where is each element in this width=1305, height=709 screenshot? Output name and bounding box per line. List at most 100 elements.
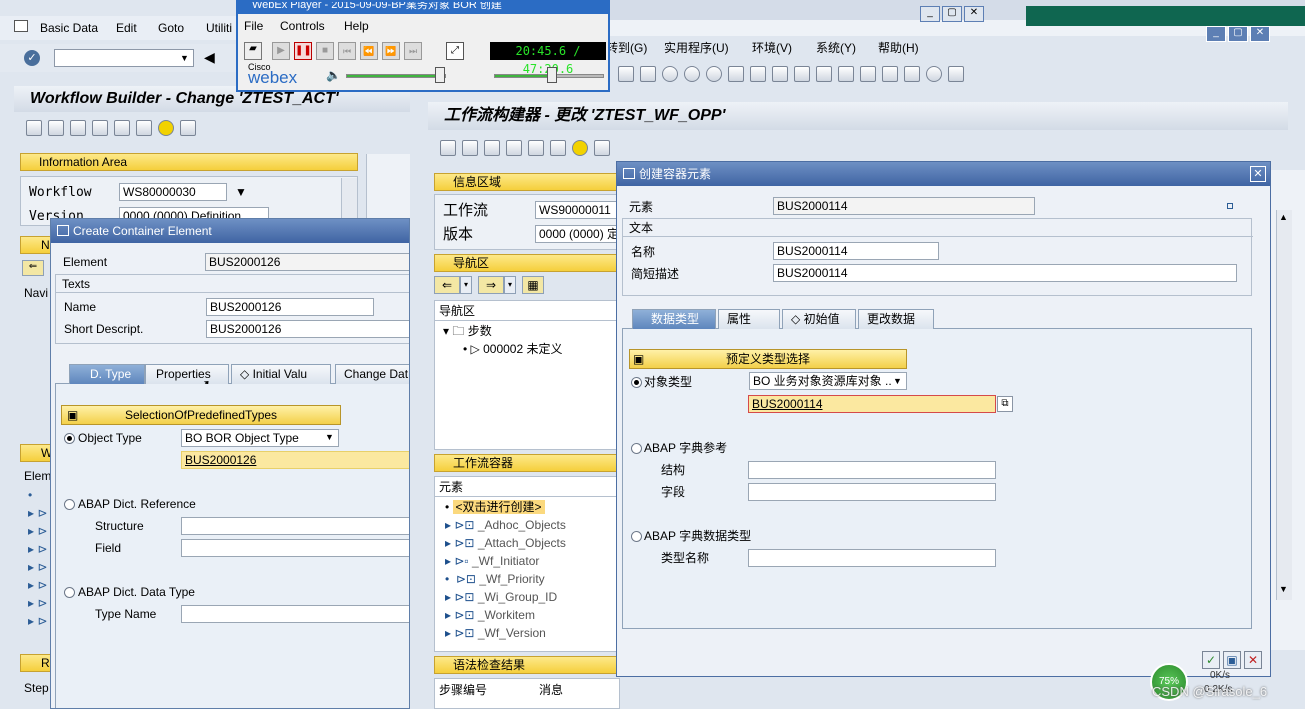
- container-item[interactable]: • ⊳⊡ _Wf_Priority: [445, 571, 545, 587]
- stop-icon[interactable]: ■: [316, 42, 334, 60]
- cancel-dialog-icon[interactable]: ✕: [1244, 651, 1262, 669]
- back-icon[interactable]: [618, 66, 634, 82]
- close-icon[interactable]: ✕: [1250, 26, 1270, 42]
- dialog-cn-close-icon[interactable]: ✕: [1250, 166, 1266, 182]
- cn-tab-change-data[interactable]: 更改数据: [858, 309, 934, 329]
- scroll-up-icon[interactable]: ▲: [1279, 212, 1288, 222]
- cn-object-type-radio[interactable]: [631, 377, 642, 388]
- open-folder-icon[interactable]: ▰: [244, 42, 262, 60]
- tab-d-type[interactable]: D. Type: [69, 364, 145, 384]
- webex-menu-controls[interactable]: Controls: [280, 18, 325, 34]
- volume-slider[interactable]: [346, 67, 446, 83]
- play-icon[interactable]: ▶: [272, 42, 290, 60]
- bell-icon[interactable]: [158, 120, 174, 136]
- left-nav-arrow-icon[interactable]: ⇐: [22, 260, 44, 276]
- nav-right-dd-icon[interactable]: ▾: [504, 276, 516, 294]
- container-item[interactable]: ▸ ⊳⊡ _Workitem: [445, 607, 535, 623]
- en-select-chevron-icon[interactable]: ▼: [325, 432, 334, 442]
- print-app-cn-icon[interactable]: [550, 140, 566, 156]
- cn-structure-field[interactable]: [748, 461, 996, 479]
- right-version-field[interactable]: 0000 (0000) 定义: [535, 225, 621, 243]
- cancel-icon[interactable]: [706, 66, 722, 82]
- left-expand-icon[interactable]: ▼: [235, 185, 247, 199]
- pause-icon[interactable]: ❚❚: [294, 42, 312, 60]
- volume-thumb[interactable]: [435, 67, 445, 83]
- save-dialog-icon[interactable]: ▣: [1223, 651, 1241, 669]
- right-scrollbar[interactable]: ▲ ▼: [1276, 210, 1292, 600]
- container-item-create[interactable]: • <双击进行创建>: [445, 499, 545, 515]
- webex-menu-help[interactable]: Help: [344, 18, 369, 34]
- back-arrow-icon[interactable]: ◀: [204, 49, 215, 66]
- maximize-icon[interactable]: ▢: [1228, 26, 1248, 42]
- edit-cn-icon[interactable]: [484, 140, 500, 156]
- en-predefined-types-button[interactable]: SelectionOfPredefinedTypes: [61, 405, 341, 425]
- nav-left-icon[interactable]: ⇐: [434, 276, 460, 294]
- new-session-icon[interactable]: [882, 66, 898, 82]
- step-item[interactable]: • ▷ 000002 未定义: [463, 341, 563, 357]
- en-element-field[interactable]: BUS2000126: [205, 253, 409, 271]
- minimize-icon[interactable]: _: [1206, 26, 1226, 42]
- command-dropdown-icon[interactable]: ▼: [180, 53, 189, 63]
- container-item[interactable]: ▸ ⊳▫ _Wf_Initiator: [445, 553, 539, 569]
- nav-back-icon[interactable]: [662, 66, 678, 82]
- cn-field-field[interactable]: [748, 483, 996, 501]
- menu-utilities[interactable]: Utiliti: [206, 20, 232, 36]
- webex-menu-file[interactable]: File: [244, 18, 263, 34]
- menu-utilities-cn[interactable]: 实用程序(U): [664, 40, 729, 56]
- nav-right-icon[interactable]: ⇒: [478, 276, 504, 294]
- shortcut-icon[interactable]: [904, 66, 920, 82]
- steps-node[interactable]: ▾ 🗀 步数: [443, 323, 492, 339]
- cn-type-name-field[interactable]: [748, 549, 996, 567]
- container-item[interactable]: ▸ ⊳⊡ _Wf_Version: [445, 625, 546, 641]
- menu-help-cn[interactable]: 帮助(H): [878, 40, 919, 56]
- cn-name-field[interactable]: BUS2000114: [773, 242, 939, 260]
- last-page-icon[interactable]: [860, 66, 876, 82]
- up-icon[interactable]: [114, 120, 130, 136]
- volume-icon[interactable]: 🔈: [326, 68, 341, 82]
- nav-left-dd-icon[interactable]: ▾: [460, 276, 472, 294]
- en-abap-ref-radio[interactable]: [64, 499, 75, 510]
- save-icon[interactable]: [640, 66, 656, 82]
- cn-tab-initial-value[interactable]: ◇ 初始值: [782, 309, 856, 329]
- bg-close-icon[interactable]: ✕: [964, 6, 984, 22]
- print-cn-icon[interactable]: [728, 66, 744, 82]
- menu-edit[interactable]: Edit: [116, 20, 137, 36]
- en-type-name-field[interactable]: [181, 605, 409, 623]
- edit-icon[interactable]: [70, 120, 86, 136]
- nav-overview-icon[interactable]: ▦: [522, 276, 544, 294]
- en-short-field[interactable]: BUS2000126: [206, 320, 409, 338]
- list-icon[interactable]: [180, 120, 196, 136]
- en-abap-dtype-radio[interactable]: [64, 587, 75, 598]
- playback-progress[interactable]: [494, 67, 604, 83]
- find-icon[interactable]: [750, 66, 766, 82]
- container-item[interactable]: ▸ ⊳⊡ _Wi_Group_ID: [445, 589, 557, 605]
- cn-abap-ref-radio[interactable]: [631, 443, 642, 454]
- scroll-down-icon[interactable]: ▼: [1279, 584, 1288, 594]
- prev-page-icon[interactable]: [816, 66, 832, 82]
- cn-short-field[interactable]: BUS2000114: [773, 264, 1237, 282]
- cn-tab-data-type[interactable]: 数据类型: [632, 309, 716, 329]
- bg-maximize-icon[interactable]: ▢: [942, 6, 962, 22]
- bell-cn-icon[interactable]: [572, 140, 588, 156]
- new-icon[interactable]: [26, 120, 42, 136]
- en-name-field[interactable]: BUS2000126: [206, 298, 374, 316]
- tab-change-data[interactable]: Change Dat: [335, 364, 409, 384]
- en-object-value-field[interactable]: BUS2000126: [181, 451, 409, 469]
- first-page-icon[interactable]: [794, 66, 810, 82]
- help-icon[interactable]: [926, 66, 942, 82]
- cn-value-help-icon[interactable]: ⧉: [997, 396, 1013, 412]
- tab-initial-value[interactable]: ◇ Initial Valu: [231, 364, 331, 384]
- menu-basic-data[interactable]: Basic Data: [40, 20, 98, 36]
- menu-environment-cn[interactable]: 环境(V): [752, 40, 792, 56]
- enter-check-icon[interactable]: ✓: [24, 50, 40, 66]
- tree-cn-icon[interactable]: [506, 140, 522, 156]
- menu-icon[interactable]: [14, 20, 28, 32]
- cn-object-value-field[interactable]: BUS2000114: [748, 395, 996, 413]
- en-object-type-select[interactable]: BO BOR Object Type: [181, 429, 339, 447]
- forward-icon[interactable]: ⏩: [382, 42, 400, 60]
- list-cn-icon[interactable]: [594, 140, 610, 156]
- container-item[interactable]: ▸ ⊳⊡ _Attach_Objects: [445, 535, 566, 551]
- container-item[interactable]: ▸ ⊳⊡ _Adhoc_Objects: [445, 517, 566, 533]
- find-next-icon[interactable]: [772, 66, 788, 82]
- copy-icon[interactable]: [48, 120, 64, 136]
